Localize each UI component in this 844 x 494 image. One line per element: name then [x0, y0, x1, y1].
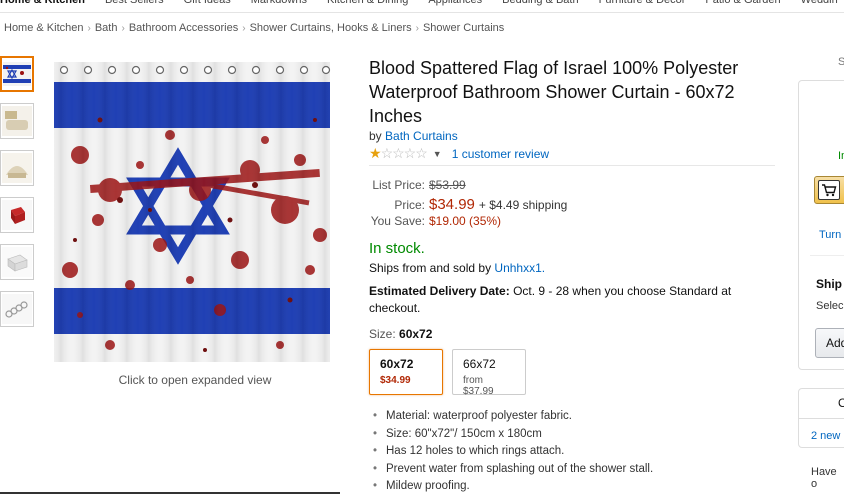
- ships-from-label: Ships from and sold by: [369, 261, 492, 275]
- product-title: Blood Spattered Flag of Israel 100% Poly…: [369, 58, 739, 126]
- reviews-link[interactable]: 1 customer review: [452, 147, 549, 161]
- byline: by Bath Curtains: [369, 129, 458, 143]
- size-label: Size: 60x72: [369, 327, 432, 341]
- image-caption[interactable]: Click to open expanded view: [100, 373, 290, 387]
- feature-bullet: Prevent water from splashing out of the …: [373, 463, 653, 481]
- list-price-label: List Price:: [372, 178, 425, 192]
- category-nav: Home & Kitchen Best Sellers Gift Ideas M…: [0, 0, 844, 8]
- thumbnail-strip: [0, 56, 36, 338]
- delivery-estimate: Estimated Delivery Date: Oct. 9 - 28 whe…: [369, 283, 749, 317]
- shipping-cost: + $4.49 shipping: [478, 198, 568, 212]
- price: $34.99: [429, 196, 475, 213]
- nav-item[interactable]: Patio & Garden: [705, 0, 790, 8]
- nav-item[interactable]: Best Sellers: [105, 0, 174, 8]
- thumbnail-rings[interactable]: [0, 291, 34, 327]
- thumbnail-red-cube[interactable]: [0, 197, 34, 233]
- savings-row: You Save: $19.00 (35%): [369, 214, 567, 232]
- feature-bullet: Mildew proofing.: [373, 480, 653, 494]
- price-label: Price:: [394, 198, 425, 212]
- divider: [810, 255, 844, 256]
- product-image[interactable]: [50, 60, 335, 366]
- add-to-cart-button[interactable]: [814, 176, 844, 204]
- have-one-text: Have o: [811, 466, 837, 490]
- breadcrumb-item[interactable]: Shower Curtains: [423, 22, 504, 34]
- size-option-66x72[interactable]: 66x72 from $37.99: [452, 349, 526, 397]
- breadcrumb-separator: ›: [415, 23, 419, 34]
- ships-from: Ships from and sold by Unhhxx1.: [369, 261, 545, 275]
- price-block: List Price: $53.99 Price: $34.99 + $4.49…: [369, 178, 568, 232]
- nav-item[interactable]: Weddin: [801, 0, 844, 8]
- stock-status: In stock.: [369, 240, 425, 257]
- other-sellers-heading: O: [838, 396, 844, 410]
- buybox-share-text: S: [838, 56, 844, 68]
- feature-bullet: Size: 60"x72"/ 150cm x 180cm: [373, 428, 653, 446]
- size-option-name: 60x72: [380, 357, 414, 371]
- flag-thumb-icon: [3, 62, 31, 86]
- new-offers-link[interactable]: 2 new: [811, 430, 840, 442]
- select-address-text: Selec: [816, 300, 844, 312]
- bathroom-thumb-icon: [2, 106, 32, 136]
- thumbnail-white-box[interactable]: [0, 244, 34, 280]
- nav-item[interactable]: Home & Kitchen: [0, 0, 95, 8]
- nav-item[interactable]: Kitchen & Dining: [327, 0, 418, 8]
- breadcrumb-item[interactable]: Home & Kitchen: [4, 22, 83, 34]
- feature-bullet: Material: waterproof polyester fabric.: [373, 410, 653, 428]
- star-empty-icon: ☆☆☆☆: [380, 145, 428, 161]
- size-label-text: Size:: [369, 327, 396, 341]
- delivery-label: Estimated Delivery Date:: [369, 284, 510, 298]
- red-cube-thumb-icon: [2, 200, 32, 230]
- turn-on-1click-link[interactable]: Turn: [819, 229, 841, 241]
- seller-link[interactable]: Unhhxx1.: [494, 261, 545, 275]
- thumbnail-bath-1[interactable]: [0, 103, 34, 139]
- nav-item[interactable]: Gift Ideas: [184, 0, 241, 8]
- cart-icon: [818, 180, 840, 200]
- nav-divider: [0, 12, 844, 13]
- breadcrumb-separator: ›: [121, 23, 125, 34]
- thumbnail-bath-2[interactable]: [0, 150, 34, 186]
- buy-box: [798, 80, 844, 370]
- feature-bullets: Material: waterproof polyester fabric. S…: [373, 410, 653, 494]
- brand-link[interactable]: Bath Curtains: [385, 129, 458, 143]
- chevron-down-icon[interactable]: ▼: [433, 149, 442, 159]
- breadcrumb: Home & Kitchen › Bath › Bathroom Accessories…: [4, 22, 504, 34]
- nav-item[interactable]: Furniture & Decor: [599, 0, 696, 8]
- add-to-list-button[interactable]: Add: [815, 328, 844, 358]
- thumbnail-flag[interactable]: [0, 56, 34, 92]
- bathroom-thumb-icon: [2, 153, 32, 183]
- size-option-price: $34.99: [380, 375, 411, 386]
- divider: [799, 418, 844, 419]
- star-icon: ★: [369, 145, 382, 161]
- nav-item[interactable]: Bedding & Bath: [502, 0, 588, 8]
- savings-label: You Save:: [370, 214, 425, 228]
- nav-item[interactable]: Appliances: [428, 0, 492, 8]
- nav-item[interactable]: Markdowns: [251, 0, 317, 8]
- rings-thumb-icon: [2, 294, 32, 324]
- rating: ★☆☆☆☆ ▼ 1 customer review: [369, 145, 549, 162]
- breadcrumb-separator: ›: [87, 23, 91, 34]
- savings: $19.00 (35%): [429, 214, 502, 228]
- white-box-thumb-icon: [2, 247, 32, 277]
- price-row: Price: $34.99 + $4.49 shipping: [369, 196, 567, 214]
- breadcrumb-item[interactable]: Bathroom Accessories: [129, 22, 238, 34]
- breadcrumb-separator: ›: [242, 23, 246, 34]
- byline-prefix: by: [369, 129, 382, 143]
- size-option-name: 66x72: [463, 357, 496, 371]
- list-price: $53.99: [429, 178, 466, 192]
- size-option-price: from $37.99: [463, 375, 494, 397]
- list-price-row: List Price: $53.99: [369, 178, 567, 196]
- feature-bullet: Has 12 holes to which rings attach.: [373, 445, 653, 463]
- ship-to-heading: Ship: [816, 277, 842, 291]
- buybox-stock: In: [838, 150, 844, 162]
- breadcrumb-item[interactable]: Bath: [95, 22, 118, 34]
- divider: [369, 165, 775, 166]
- breadcrumb-item[interactable]: Shower Curtains, Hooks & Liners: [250, 22, 412, 34]
- size-option-60x72[interactable]: 60x72 $34.99: [369, 349, 443, 395]
- size-selected: 60x72: [399, 327, 433, 341]
- shower-curtain-image: [54, 62, 331, 362]
- star-rating[interactable]: ★☆☆☆☆: [369, 145, 428, 162]
